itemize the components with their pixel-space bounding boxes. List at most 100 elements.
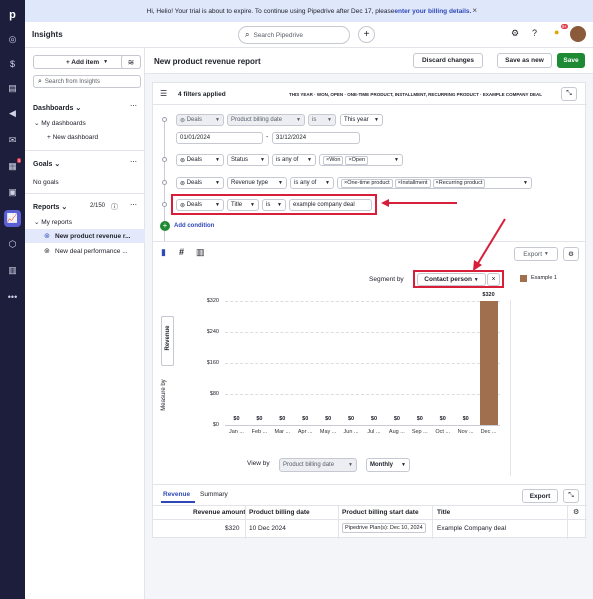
help-icon[interactable]: ?	[532, 28, 537, 38]
chevron-down-icon: ▼	[103, 59, 109, 65]
tab-summary[interactable]: Summary	[200, 491, 228, 498]
filter-icon[interactable]: ☰	[160, 89, 167, 98]
column-header[interactable]: Revenue amount	[193, 509, 245, 516]
tag-won[interactable]: × Won	[323, 155, 344, 165]
entity-select[interactable]: ⊚ Deals ▼	[176, 114, 224, 126]
layers-button[interactable]: ≋	[121, 55, 141, 69]
table-cell[interactable]: Pipedrive Plan(s): Dec 10, 2024	[342, 523, 426, 533]
expand-table-button[interactable]: ⤡	[563, 489, 579, 503]
export-label: Export	[523, 250, 543, 258]
column-header[interactable]: Product billing start date	[342, 509, 419, 516]
value-select[interactable]: This year ▼	[340, 114, 383, 126]
avatar[interactable]	[570, 26, 586, 42]
bulb-icon[interactable]: ●	[554, 27, 559, 37]
report-item-label: New deal performance ...	[55, 247, 128, 255]
table-icon[interactable]: #	[179, 247, 184, 257]
date-from-input[interactable]: 01/01/2024	[176, 132, 263, 144]
tag-installment[interactable]: × Installment	[394, 178, 431, 188]
legend-label[interactable]: Example 1	[531, 275, 557, 281]
target-icon[interactable]: ◎	[4, 31, 21, 48]
entity-select[interactable]: ⊚ Deals ▼	[176, 199, 224, 211]
tags-select[interactable]: × One-time product × Installment × Recurri…	[337, 177, 532, 189]
discard-changes-button[interactable]: Discard changes	[413, 53, 483, 68]
entity-select[interactable]: ⊚ Deals ▼	[176, 177, 224, 189]
billing-link[interactable]: enter your billing details.	[394, 8, 471, 15]
field-select[interactable]: Revenue type ▼	[227, 177, 287, 189]
megaphone-icon[interactable]: ◀	[4, 105, 21, 122]
report-item[interactable]: ⊚ New deal performance ...	[25, 244, 145, 258]
column-header[interactable]: Title	[437, 509, 450, 516]
notification-badge: 9+	[561, 24, 569, 29]
goals-heading[interactable]: Goals ⌄	[33, 160, 60, 168]
column-header[interactable]: Product billing date	[249, 509, 310, 516]
dashboards-heading[interactable]: Dashboards ⌄	[33, 104, 81, 112]
y-tick: $80	[209, 391, 219, 397]
filters-summary: THIS YEAR · WON, OPEN · ONE-TIME PRODUCT…	[289, 92, 542, 97]
save-as-new-button[interactable]: Save as new	[497, 53, 552, 68]
tag-recurring[interactable]: × Recurring product	[432, 178, 486, 188]
divider	[25, 193, 145, 194]
field-select[interactable]: Status ▼	[227, 154, 269, 166]
quick-add-button[interactable]: +	[358, 26, 375, 43]
tags-select[interactable]: × Won × Open ▼	[319, 154, 403, 166]
field-select[interactable]: Product billing date ▼	[227, 114, 305, 126]
store-icon[interactable]: ▥	[4, 262, 21, 279]
settings-icon[interactable]: ⚙	[563, 247, 579, 261]
interval-select[interactable]: Monthly ▼	[366, 458, 410, 472]
measure-by-label: Measure by	[161, 379, 167, 411]
box-icon[interactable]: ⬡	[4, 236, 21, 253]
columns-icon[interactable]: ▥	[196, 247, 205, 258]
clipboard-icon[interactable]: ▤	[4, 80, 21, 97]
chart-export-button[interactable]: Export ▼	[514, 247, 558, 261]
operator-select[interactable]: is ▼	[308, 114, 336, 126]
table-cell[interactable]: Example Company deal	[437, 525, 506, 532]
measure-by-select[interactable]: Revenue	[161, 316, 174, 366]
insights-search-input[interactable]: ⌕ Search from Insights	[33, 75, 141, 88]
column-settings-icon[interactable]: ⚙	[573, 508, 579, 516]
pipedrive-logo[interactable]: p	[4, 6, 21, 23]
search-input[interactable]: ⌕ Search Pipedrive	[238, 26, 350, 44]
bar[interactable]	[479, 301, 498, 425]
collapse-filters-button[interactable]: ⤡	[561, 87, 577, 101]
tab-revenue[interactable]: Revenue	[163, 491, 190, 498]
report-item-active[interactable]: ⊚ New product revenue r...	[25, 229, 145, 243]
operator-select[interactable]: is any of ▼	[290, 177, 334, 189]
insights-sidebar: + Add item ▼ ≋ ⌕ Search from Insights Das…	[25, 48, 145, 599]
title-value-input[interactable]: example company deal	[289, 199, 372, 211]
mail-icon[interactable]: ✉	[4, 132, 21, 149]
contacts-icon[interactable]: ▣	[4, 184, 21, 201]
table-export-button[interactable]: Export	[522, 489, 558, 503]
calendar-icon[interactable]: ▦ 3	[4, 158, 21, 175]
entity-select[interactable]: ⊚ Deals ▼	[176, 154, 224, 166]
reports-count: 2/150	[90, 203, 106, 209]
operator-select[interactable]: is ▼	[262, 199, 286, 211]
add-condition-icon[interactable]: +	[160, 221, 170, 231]
goals-more-icon[interactable]: ⋯	[130, 158, 137, 166]
add-condition-link[interactable]: Add condition	[174, 223, 214, 229]
new-dashboard-link[interactable]: + New dashboard	[47, 134, 98, 141]
dollar-icon[interactable]: $	[4, 55, 21, 72]
tag-open[interactable]: × Open	[345, 155, 369, 165]
my-dashboards-folder[interactable]: ⌄ My dashboards	[34, 119, 86, 127]
reports-heading[interactable]: Reports ⌄	[33, 203, 67, 211]
tag-one-time[interactable]: × One-time product	[341, 178, 393, 188]
save-button[interactable]: Save	[557, 53, 585, 68]
table-cell: 10 Dec 2024	[249, 525, 286, 532]
y-tick: $320	[206, 298, 219, 304]
segment-by-select[interactable]: Contact person ▼	[417, 273, 486, 286]
more-icon[interactable]: •••	[4, 288, 21, 305]
measure-value: Revenue	[165, 325, 171, 351]
reports-more-icon[interactable]: ⋯	[130, 201, 137, 209]
insights-icon[interactable]: 📈	[4, 210, 21, 227]
clear-segment-button[interactable]: ×	[487, 273, 500, 286]
date-to-input[interactable]: 31/12/2024	[272, 132, 360, 144]
bar-chart-icon[interactable]: ▮	[161, 247, 166, 258]
operator-select[interactable]: is any of ▼	[272, 154, 316, 166]
puzzle-icon[interactable]: ⚙	[511, 28, 519, 39]
info-icon[interactable]: ⓘ	[111, 202, 118, 212]
view-by-select[interactable]: Product billing date ▼	[279, 458, 357, 472]
dashboards-more-icon[interactable]: ⋯	[130, 102, 137, 110]
close-icon[interactable]: ×	[472, 6, 477, 15]
my-reports-folder[interactable]: ⌄ My reports	[34, 218, 72, 226]
field-select[interactable]: Title ▼	[227, 199, 259, 211]
